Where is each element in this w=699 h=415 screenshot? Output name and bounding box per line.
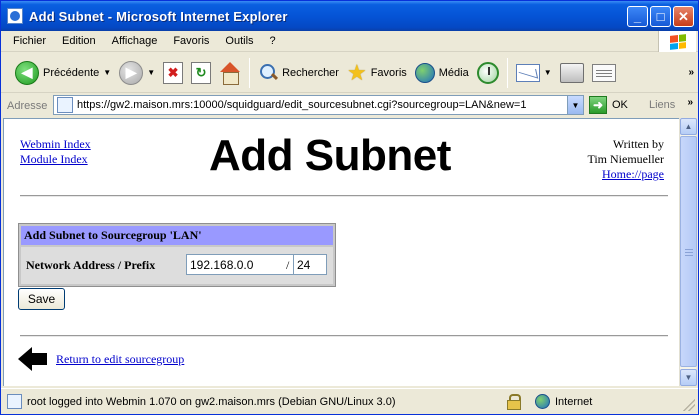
address-bar: Adresse https://gw2.maison.mrs:10000/squ…: [1, 94, 698, 117]
status-page-icon: [7, 394, 22, 409]
page-icon: [57, 97, 73, 113]
search-button[interactable]: Rechercher: [254, 56, 343, 90]
menu-bar: Fichier Edition Affichage Favoris Outils…: [1, 31, 698, 52]
search-label: Rechercher: [282, 66, 339, 79]
mail-icon: [515, 63, 540, 82]
menu-edition[interactable]: Edition: [54, 35, 104, 47]
edit-button[interactable]: [588, 56, 620, 90]
history-clock-icon: [476, 61, 499, 84]
minimize-button[interactable]: _: [627, 6, 648, 27]
media-globe-icon: [414, 62, 435, 83]
star-icon: ★: [346, 59, 367, 85]
go-button[interactable]: ➜ OK: [589, 96, 628, 114]
mail-button[interactable]: ▼: [512, 56, 556, 90]
lock-icon: [507, 394, 521, 410]
scroll-thumb[interactable]: [680, 136, 697, 367]
bottom-divider: [20, 335, 668, 337]
credits: Written by Tim Niemueller Home://page: [587, 137, 664, 182]
scroll-grip-icon: [685, 249, 693, 256]
page-title: Add Subnet: [209, 131, 451, 180]
homepage-link[interactable]: Home://page: [602, 167, 664, 181]
mail-dropdown-icon[interactable]: ▼: [544, 68, 552, 77]
forward-button[interactable]: ▶ ▼: [115, 56, 159, 90]
links-chevron-icon[interactable]: »: [687, 97, 693, 108]
top-divider: [20, 195, 668, 197]
browser-window: Add Subnet - Microsoft Internet Explorer…: [0, 0, 699, 415]
toolbar-separator: [249, 57, 251, 88]
home-icon: [219, 61, 241, 85]
print-button[interactable]: [556, 56, 588, 90]
nav-links: Webmin Index Module Index: [20, 137, 91, 167]
address-field[interactable]: https://gw2.maison.mrs:10000/squidguard/…: [53, 95, 584, 115]
forward-dropdown-icon[interactable]: ▼: [147, 68, 155, 77]
toolbar-overflow-chevron-icon[interactable]: »: [688, 67, 694, 78]
back-button[interactable]: ◀ Précédente ▼: [11, 56, 115, 90]
search-icon: [258, 63, 278, 83]
menu-affichage[interactable]: Affichage: [104, 35, 166, 47]
address-dropdown-icon[interactable]: ▼: [567, 96, 583, 114]
go-label: OK: [612, 99, 628, 111]
media-button[interactable]: Média: [411, 56, 473, 90]
windows-logo-icon: [658, 31, 696, 52]
url-text[interactable]: https://gw2.maison.mrs:10000/squidguard/…: [77, 99, 567, 111]
menu-outils[interactable]: Outils: [217, 35, 261, 47]
favorites-button[interactable]: ★ Favoris: [343, 56, 411, 90]
refresh-icon: ↻: [191, 61, 212, 84]
zone-label: Internet: [555, 396, 593, 408]
back-arrow-icon: ◀: [15, 60, 39, 85]
network-address-input[interactable]: [186, 254, 296, 275]
prefix-input[interactable]: [293, 254, 327, 275]
back-dropdown-icon[interactable]: ▼: [103, 68, 111, 77]
menu-favoris[interactable]: Favoris: [165, 35, 217, 47]
toolbar: ◀ Précédente ▼ ▶ ▼ ✖ ↻ Rechercher ★ Favo…: [1, 53, 698, 93]
scroll-up-icon[interactable]: ▲: [680, 118, 697, 135]
return-link[interactable]: Return to edit sourcegroup: [56, 352, 184, 367]
home-button[interactable]: [215, 56, 245, 90]
return-row: Return to edit sourcegroup: [18, 347, 184, 371]
toolbar-separator: [506, 57, 508, 88]
prefix-separator: /: [286, 258, 290, 272]
go-arrow-icon: ➜: [589, 96, 607, 114]
menu-help[interactable]: ?: [262, 35, 284, 47]
status-bar: root logged into Webmin 1.070 on gw2.mai…: [1, 388, 698, 414]
save-button[interactable]: Save: [18, 288, 65, 310]
refresh-button[interactable]: ↻: [187, 56, 215, 90]
window-controls: _ □ ✕: [627, 6, 694, 27]
back-label: Précédente: [43, 66, 100, 79]
webmin-index-link[interactable]: Webmin Index: [20, 137, 91, 151]
stop-icon: ✖: [163, 61, 184, 84]
links-label[interactable]: Liens: [649, 99, 675, 111]
close-button[interactable]: ✕: [673, 6, 694, 27]
credits-author: Tim Niemueller: [587, 152, 664, 166]
edit-document-icon: [591, 63, 616, 82]
history-button[interactable]: [473, 56, 503, 90]
module-index-link[interactable]: Module Index: [20, 152, 88, 166]
scroll-down-icon[interactable]: ▼: [680, 369, 697, 386]
back-arrow-icon[interactable]: [18, 347, 48, 371]
form-section-title: Add Subnet to Sourcegroup 'LAN': [21, 226, 333, 245]
resize-grip-icon[interactable]: [683, 399, 695, 411]
page-content: Webmin Index Module Index Add Subnet Wri…: [3, 118, 679, 386]
status-text: root logged into Webmin 1.070 on gw2.mai…: [27, 395, 396, 408]
address-label: Adresse: [7, 99, 48, 112]
maximize-button[interactable]: □: [650, 6, 671, 27]
network-field-label: Network Address / Prefix: [26, 258, 156, 272]
stop-button[interactable]: ✖: [159, 56, 187, 90]
internet-explorer-icon: [7, 8, 23, 24]
media-label: Média: [438, 66, 469, 79]
window-title: Add Subnet - Microsoft Internet Explorer: [29, 8, 288, 24]
favorites-label: Favoris: [370, 66, 407, 79]
credits-written-by: Written by: [612, 137, 664, 151]
printer-icon: [559, 62, 584, 83]
forward-arrow-icon: ▶: [119, 60, 144, 85]
title-bar[interactable]: Add Subnet - Microsoft Internet Explorer…: [1, 1, 698, 31]
menu-fichier[interactable]: Fichier: [1, 35, 54, 47]
vertical-scrollbar[interactable]: ▲ ▼: [679, 118, 697, 386]
internet-zone-icon: [535, 394, 550, 409]
